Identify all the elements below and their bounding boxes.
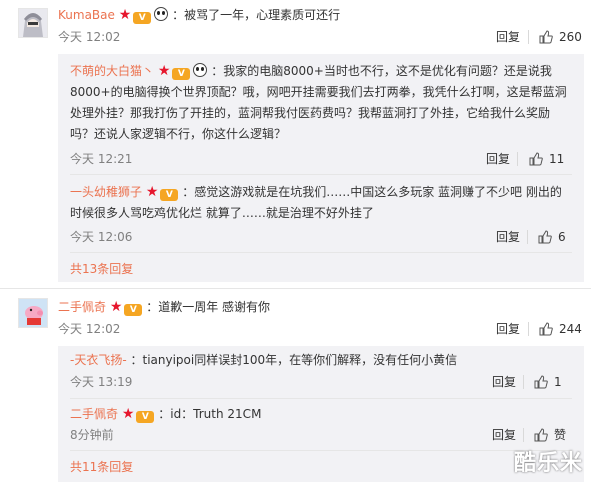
reply-time: 8分钟前 — [70, 428, 114, 442]
thumbs-up-icon — [539, 322, 553, 336]
star-badge-icon: ★ — [157, 63, 171, 79]
replies-panel: -天衣飞扬- ：tianyipoi同样误封100年，在等你们解释，没有任何小黄信… — [58, 346, 584, 482]
vip-badge-icon: V — [133, 12, 152, 24]
divider — [527, 230, 528, 244]
reply-time: 今天 12:06 — [70, 230, 133, 244]
commenter-name[interactable]: 二手佩奇 — [58, 300, 106, 314]
comment-text: ：道歉一周年 感谢有你 — [146, 300, 271, 314]
comment-time: 今天 12:02 — [58, 322, 121, 336]
more-replies-link[interactable]: 共11条回复 — [70, 458, 133, 476]
like-button[interactable]: 6 — [538, 228, 566, 246]
vip-badge-icon: V — [160, 189, 179, 201]
more-replies-link[interactable]: 共13条回复 — [70, 260, 133, 278]
divider — [70, 450, 572, 451]
panda-badge-icon — [154, 7, 169, 21]
divider — [528, 322, 529, 336]
reply-text-line: ：我家的电脑8000+当时也不行，这不是优化有问题？还是说我 — [211, 64, 552, 78]
divider — [0, 288, 591, 289]
comment-time: 今天 12:02 — [58, 30, 121, 44]
reply-button[interactable]: 回复 — [492, 426, 516, 444]
like-button[interactable]: 赞 — [534, 426, 566, 444]
star-badge-icon: ★ — [118, 7, 132, 23]
avatar[interactable] — [18, 8, 48, 38]
like-count: 260 — [559, 30, 582, 44]
like-count: 赞 — [554, 428, 567, 442]
like-button[interactable]: 11 — [529, 150, 564, 168]
thumbs-up-icon — [534, 428, 548, 442]
like-count: 6 — [558, 230, 566, 244]
reply-time: 今天 13:19 — [70, 375, 133, 389]
reply-author[interactable]: -天衣飞扬- — [70, 353, 127, 367]
reply-button[interactable]: 回复 — [496, 320, 520, 338]
like-button[interactable]: 244 — [539, 320, 582, 338]
like-count: 11 — [549, 152, 565, 166]
divider — [70, 398, 572, 399]
reply-author[interactable]: 一头幼稚狮子 — [70, 185, 142, 199]
reply-button[interactable]: 回复 — [486, 150, 510, 168]
commenter-name[interactable]: KumaBae — [58, 8, 115, 22]
reply-text-line: 时候很多人骂吃鸡优化烂 就算了……就是治理不好外挂了 — [70, 206, 374, 220]
reply-text-line: ：tianyipoi同样误封100年，在等你们解释，没有任何小黄信 — [130, 353, 458, 367]
panda-badge-icon — [193, 63, 208, 77]
divider — [523, 375, 524, 389]
divider — [517, 152, 518, 166]
thumbs-up-icon — [534, 375, 548, 389]
like-button[interactable]: 260 — [539, 28, 582, 46]
reply-author[interactable]: 二手佩奇 — [70, 407, 118, 421]
reply-text-line: ：感觉这游戏就是在坑我们……中国这么多玩家 蓝洞赚了不少吧 刚出的 — [182, 185, 562, 199]
star-badge-icon: ★ — [121, 406, 135, 422]
comment-text: ：被骂了一年，心理素质可还行 — [172, 8, 341, 22]
star-badge-icon: ★ — [145, 184, 159, 200]
like-button[interactable]: 1 — [534, 373, 562, 391]
reply-text-line: 处理外挂？那我打伤了开挂的，蓝洞帮我付医药费吗？我帮蓝洞打了外挂，它给我什么奖励 — [70, 106, 551, 120]
replies-panel: 不萌的大白猫丶 ★ V ：我家的电脑8000+当时也不行，这不是优化有问题？还是说… — [58, 54, 584, 282]
divider — [528, 30, 529, 44]
thumbs-up-icon — [529, 152, 543, 166]
reply-button[interactable]: 回复 — [496, 228, 520, 246]
vip-badge-icon: V — [136, 411, 155, 423]
star-badge-icon: ★ — [109, 299, 123, 315]
divider — [70, 252, 572, 253]
reply-author[interactable]: 不萌的大白猫丶 — [70, 64, 154, 78]
divider — [523, 428, 524, 442]
reply-button[interactable]: 回复 — [496, 28, 520, 46]
vip-badge-icon: V — [124, 304, 143, 316]
reply-button[interactable]: 回复 — [492, 373, 516, 391]
like-count: 244 — [559, 322, 582, 336]
reply-text-line: ：id：Truth 21CM — [158, 407, 262, 421]
vip-badge-icon: V — [172, 68, 191, 80]
thumbs-up-icon — [539, 30, 553, 44]
watermark-logo: 酷乐米 — [513, 451, 583, 476]
reply-time: 今天 12:21 — [70, 152, 133, 166]
like-count: 1 — [554, 375, 562, 389]
divider — [70, 174, 572, 175]
thumbs-up-icon — [538, 230, 552, 244]
avatar[interactable] — [18, 298, 48, 328]
reply-text-line: 吗？还说人家逻辑不行，你这什么逻辑？ — [70, 127, 287, 141]
reply-text-line: 8000+的电脑得换个世界顶配？哦，网吧开挂需要我们去打两拳，我凭什么打啊，这是… — [70, 85, 567, 99]
